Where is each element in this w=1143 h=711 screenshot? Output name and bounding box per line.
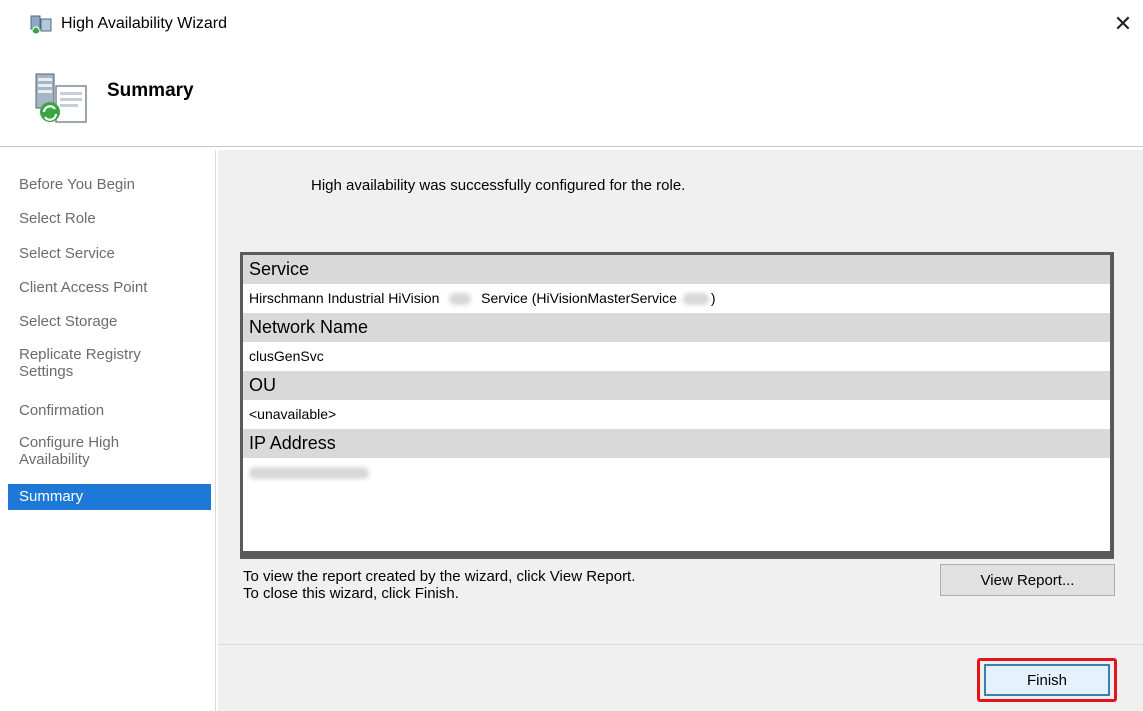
view-report-button[interactable]: View Report... <box>940 564 1115 596</box>
title-bar: High Availability Wizard ✕ <box>0 0 1143 48</box>
page-title: Summary <box>107 80 194 101</box>
report-heading-network-name: Network Name <box>243 313 1110 342</box>
window-title: High Availability Wizard <box>61 15 227 32</box>
report-value-ip-address <box>243 458 1110 487</box>
report-value-network-name: clusGenSvc <box>243 342 1110 371</box>
nav-item-before-you-begin: Before You Begin <box>19 176 135 193</box>
report-heading-ip-address: IP Address <box>243 429 1110 458</box>
success-message: High availability was successfully confi… <box>311 177 686 194</box>
redacted-ip-address <box>249 467 369 480</box>
nav-item-client-access-point: Client Access Point <box>19 279 148 296</box>
server-summary-icon <box>35 73 87 123</box>
hint-view-report: To view the report created by the wizard… <box>243 568 636 585</box>
service-name-text: Hirschmann Industrial HiVision <box>249 290 440 306</box>
nav-item-select-role: Select Role <box>19 210 96 227</box>
nav-item-replicate-registry-settings: Replicate Registry Settings <box>19 346 141 380</box>
close-button[interactable]: ✕ <box>1108 10 1138 38</box>
wizard-header: Summary <box>0 48 1143 146</box>
close-icon: ✕ <box>1113 11 1133 36</box>
service-id-text: Service (HiVisionMasterService <box>481 290 677 306</box>
nav-item-select-storage: Select Storage <box>19 313 118 330</box>
finish-button[interactable]: Finish <box>984 664 1110 696</box>
cluster-wizard-icon <box>30 15 52 34</box>
report-heading-service: Service <box>243 255 1110 284</box>
wizard-steps-nav: Before You Begin Select Role Select Serv… <box>0 150 216 711</box>
nav-item-configure-high-availability: Configure High Availability <box>19 434 120 468</box>
report-heading-ou: OU <box>243 371 1110 400</box>
service-close-paren: ) <box>710 290 716 306</box>
wizard-footer: Finish <box>218 644 1143 711</box>
nav-item-confirmation: Confirmation <box>19 402 105 419</box>
redacted-version <box>682 293 709 306</box>
hint-finish: To close this wizard, click Finish. <box>243 585 459 602</box>
instructions-text: To view the report created by the wizard… <box>243 568 635 602</box>
report-value-service: Hirschmann Industrial HiVision Service (… <box>243 284 1110 313</box>
header-divider <box>0 146 1143 147</box>
nav-item-summary: Summary <box>8 484 211 510</box>
report-value-ou: <unavailable> <box>243 400 1110 429</box>
wizard-content: High availability was successfully confi… <box>218 150 1143 644</box>
redacted-version <box>449 293 472 306</box>
nav-item-select-service: Select Service <box>19 245 115 262</box>
summary-report[interactable]: Service Hirschmann Industrial HiVision S… <box>240 252 1114 559</box>
